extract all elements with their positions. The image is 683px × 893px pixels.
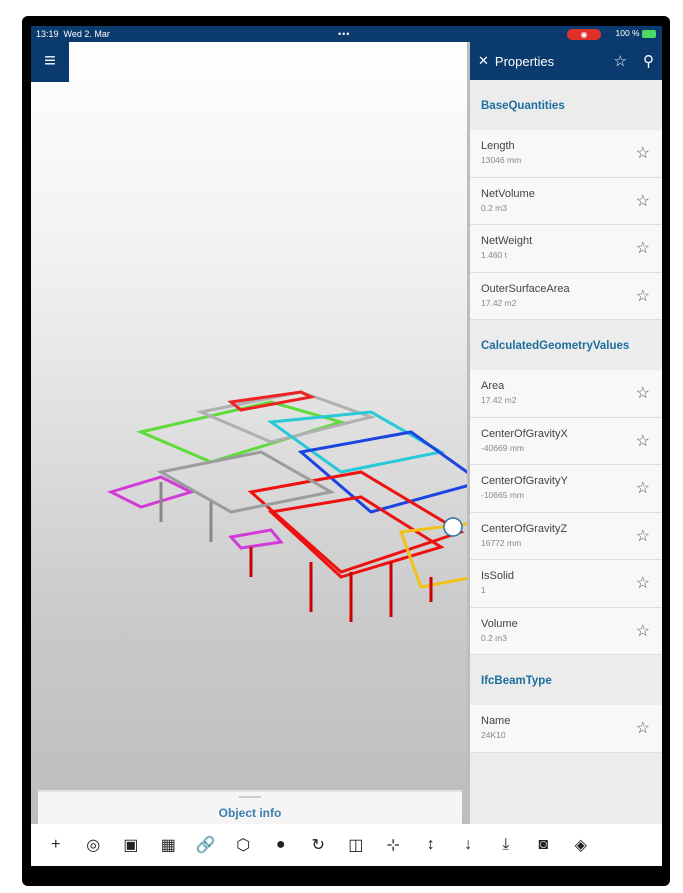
property-name: NetWeight bbox=[481, 235, 533, 247]
measure-icon[interactable]: ↕ bbox=[412, 836, 450, 854]
section-title: CalculatedGeometryValues bbox=[470, 320, 662, 370]
favorite-star-icon[interactable]: ☆ bbox=[636, 573, 650, 593]
property-name: IsSolid bbox=[481, 570, 515, 582]
favorite-star-icon[interactable]: ☆ bbox=[636, 286, 650, 306]
property-value: 1 bbox=[481, 585, 486, 595]
plus-icon[interactable]: + bbox=[37, 836, 75, 854]
properties-title: Properties bbox=[494, 53, 555, 69]
property-name: CenterOfGravityY bbox=[481, 475, 568, 487]
link-icon[interactable]: 🔗 bbox=[187, 835, 225, 855]
property-name: CenterOfGravityX bbox=[481, 427, 568, 440]
favorite-star-icon[interactable]: ☆ bbox=[636, 526, 650, 546]
properties-panel: ✕ Properties ☆ ⚲ BaseQuantities Length 130… bbox=[467, 42, 662, 824]
favorite-star-icon[interactable]: ☆ bbox=[636, 238, 650, 258]
property-row[interactable]: NetVolume 0.2 m3 ☆ bbox=[470, 177, 662, 225]
section-icon[interactable]: ▦ bbox=[150, 835, 188, 855]
object-info-label: Object info bbox=[218, 806, 282, 820]
property-name: Length bbox=[481, 140, 515, 152]
property-name: NetVolume bbox=[481, 187, 535, 200]
property-name: Area bbox=[481, 380, 505, 392]
model-icon[interactable]: ◈ bbox=[562, 835, 600, 855]
hide-icon[interactable]: ◎ bbox=[75, 835, 113, 855]
property-value: 17.42 m2 bbox=[481, 395, 517, 405]
property-row[interactable]: Length 13046 mm ☆ bbox=[470, 130, 662, 178]
property-row[interactable]: CenterOfGravityX -40669 mm ☆ bbox=[470, 417, 662, 465]
3d-viewer[interactable]: Object info bbox=[31, 42, 501, 824]
bottom-toolbar: + ◎ ▣ ▦ 🔗 ⬡ ● ↻ ◫ ⊹ ↕ ↓ ⤓ ◙ ◈ bbox=[31, 824, 662, 866]
favorite-star-icon[interactable]: ☆ bbox=[636, 143, 650, 163]
camera-icon[interactable]: ◙ bbox=[525, 836, 563, 854]
property-value: 16772 mm bbox=[481, 537, 522, 548]
measure-down-icon[interactable]: ↓ bbox=[450, 836, 488, 854]
close-icon[interactable]: ✕ bbox=[478, 53, 489, 69]
favorite-star-icon[interactable]: ☆ bbox=[636, 431, 650, 451]
favorite-star-icon[interactable]: ☆ bbox=[636, 718, 650, 738]
menu-button[interactable]: ≡ bbox=[31, 42, 69, 82]
property-row[interactable]: CenterOfGravityY -10665 mm ☆ bbox=[470, 465, 662, 513]
property-value: 0.2 m3 bbox=[481, 202, 507, 213]
recording-icon: ◉ bbox=[567, 29, 601, 40]
status-bar: 13:19 Wed 2. Mar ••• ◉ 100 % bbox=[31, 26, 662, 42]
property-section: IfcBeamType Name 24K10 ☆ bbox=[470, 655, 662, 753]
object-info-sheet[interactable]: Object info bbox=[38, 790, 462, 824]
drag-handle[interactable] bbox=[239, 796, 261, 798]
property-section: BaseQuantities Length 13046 mm ☆ NetVolume 0.… bbox=[470, 80, 662, 320]
link-marker-icon[interactable] bbox=[443, 517, 463, 537]
property-value: -10665 mm bbox=[481, 490, 524, 500]
layers-icon[interactable]: ◫ bbox=[337, 835, 375, 855]
search-icon[interactable]: ⚲ bbox=[643, 52, 654, 70]
status-time: 13:19 bbox=[36, 29, 59, 39]
property-row[interactable]: IsSolid 1 ☆ bbox=[470, 560, 662, 608]
multitask-dots[interactable]: ••• bbox=[338, 29, 350, 39]
cube-icon[interactable]: ⬡ bbox=[225, 835, 263, 855]
battery-status: 100 % bbox=[616, 28, 656, 38]
property-section: CalculatedGeometryValues Area 17.42 m2 ☆ Cen… bbox=[470, 320, 662, 655]
view-icon[interactable]: ▣ bbox=[112, 835, 150, 855]
property-sections: BaseQuantities Length 13046 mm ☆ NetVolume 0.… bbox=[470, 80, 662, 753]
screen: Object info ≡ 13:19 Wed 2. Mar ••• ◉ 100… bbox=[31, 26, 662, 866]
building-model[interactable] bbox=[101, 372, 501, 632]
rotate-icon[interactable]: ↻ bbox=[300, 835, 338, 855]
property-name: Volume bbox=[481, 617, 518, 630]
property-value: 1.460 t bbox=[481, 250, 507, 260]
properties-header: ✕ Properties ☆ ⚲ bbox=[470, 42, 662, 80]
measure-clock-icon[interactable]: ⤓ bbox=[487, 836, 525, 854]
status-date: Wed 2. Mar bbox=[63, 29, 110, 39]
property-name: Name bbox=[481, 715, 511, 727]
property-name: OuterSurfaceArea bbox=[481, 282, 570, 295]
section-title: BaseQuantities bbox=[470, 80, 662, 130]
favorite-star-icon[interactable]: ☆ bbox=[636, 621, 650, 641]
battery-percent: 100 % bbox=[615, 28, 640, 38]
section-title: IfcBeamType bbox=[470, 655, 662, 705]
favorite-star-icon[interactable]: ☆ bbox=[636, 383, 650, 403]
favorite-star-icon[interactable]: ☆ bbox=[636, 478, 650, 498]
property-value: 24K10 bbox=[481, 730, 506, 740]
palette-icon[interactable]: ● bbox=[262, 836, 300, 854]
focus-icon[interactable]: ⊹ bbox=[375, 835, 413, 855]
property-value: 0.2 m3 bbox=[481, 632, 507, 643]
star-icon[interactable]: ☆ bbox=[614, 52, 627, 70]
property-value: 13046 mm bbox=[481, 155, 522, 165]
property-row[interactable]: Volume 0.2 m3 ☆ bbox=[470, 607, 662, 655]
property-row[interactable]: Area 17.42 m2 ☆ bbox=[470, 370, 662, 418]
property-name: CenterOfGravityZ bbox=[481, 522, 568, 535]
property-row[interactable]: Name 24K10 ☆ bbox=[470, 705, 662, 753]
property-row[interactable]: CenterOfGravityZ 16772 mm ☆ bbox=[470, 512, 662, 560]
property-value: -40669 mm bbox=[481, 442, 524, 453]
property-row[interactable]: NetWeight 1.460 t ☆ bbox=[470, 225, 662, 273]
favorite-star-icon[interactable]: ☆ bbox=[636, 191, 650, 211]
property-row[interactable]: OuterSurfaceArea 17.42 m2 ☆ bbox=[470, 272, 662, 320]
battery-icon bbox=[642, 29, 656, 38]
property-value: 17.42 m2 bbox=[481, 297, 517, 308]
